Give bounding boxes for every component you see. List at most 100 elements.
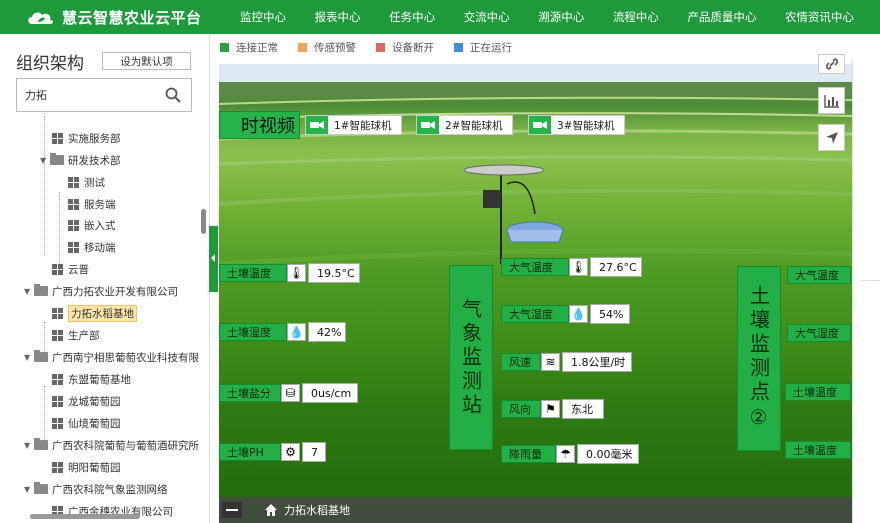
nav-trace[interactable]: 溯源中心 xyxy=(538,9,584,25)
main-nav: 监控中心 报表中心 任务中心 交流中心 溯源中心 流程中心 产品质量中心 农情资… xyxy=(240,9,880,25)
nav-info[interactable]: 农情资讯中心 xyxy=(785,9,854,25)
scene-bottom-bar: 力拓水稻基地 xyxy=(219,497,852,523)
camera-2-button[interactable]: 2#智能球机 xyxy=(416,115,513,135)
node-icon xyxy=(52,417,63,429)
caret-down-icon[interactable]: ▼ xyxy=(24,485,34,494)
search-icon[interactable] xyxy=(165,87,181,103)
nav-process[interactable]: 流程中心 xyxy=(613,9,659,25)
breadcrumb: 力拓水稻基地 xyxy=(284,504,350,517)
legend-disconnected: 设备断开 xyxy=(376,40,434,55)
locate-tool-button[interactable] xyxy=(818,124,845,151)
nav-task[interactable]: 任务中心 xyxy=(389,9,435,25)
cloud-leaf-icon xyxy=(28,12,53,24)
logo: 慧云智慧农业云平台 xyxy=(0,7,240,28)
thermometer-icon: 🌡 xyxy=(569,258,588,276)
search-input[interactable] xyxy=(17,79,157,111)
bar-chart-icon xyxy=(823,94,839,108)
sensor-rainfall[interactable]: 降雨量 ☂ 0.00毫米 xyxy=(501,444,639,464)
sensor-soil-temp-3[interactable]: 土壤温度 xyxy=(785,440,851,460)
sensor-air-humidity-2[interactable]: 大气湿度 xyxy=(787,323,851,343)
node-icon xyxy=(68,241,79,253)
node-icon xyxy=(52,307,63,319)
caret-down-icon[interactable]: ▼ xyxy=(24,353,34,362)
sensor-wind-speed[interactable]: 风速 ≋ 1.8公里/时 xyxy=(501,352,632,372)
ph-icon: ⚙ xyxy=(281,443,300,461)
legend-sensor-warning: 传感预警 xyxy=(298,40,356,55)
rain-icon: ☂ xyxy=(556,445,575,463)
tree-item[interactable]: 龙城葡萄园 xyxy=(52,391,121,411)
tree-item[interactable]: 嵌入式 xyxy=(68,215,116,235)
tree-folder[interactable]: ▼ 广西农科院葡萄与葡萄酒研究所 xyxy=(24,435,199,455)
field-scene: 时视频 1#智能球机 2#智能球机 3#智能球机 土壤温度 🌡 19.5°C 土… xyxy=(219,64,852,523)
camera-icon xyxy=(306,116,328,134)
tree-item-selected[interactable]: 力拓水稻基地 xyxy=(52,303,137,323)
sensor-air-temp[interactable]: 大气温度 🌡 27.6°C xyxy=(501,257,642,277)
node-icon xyxy=(68,176,79,188)
folder-icon xyxy=(34,350,48,362)
humidity-soil-icon: 💧 xyxy=(287,323,306,341)
legend-running: 正在运行 xyxy=(454,40,512,55)
nav-exchange[interactable]: 交流中心 xyxy=(464,9,510,25)
sensor-air-temp-2[interactable]: 大气温度 xyxy=(787,265,851,285)
location-arrow-icon xyxy=(825,131,838,144)
wind-speed-icon: ≋ xyxy=(541,353,560,371)
tree-item[interactable]: 生产部 xyxy=(52,325,100,345)
camera-icon xyxy=(417,116,439,134)
org-sidebar: 组织架构 设为默认项 实施服务部 ▼研发技术部 测试 服务端 嵌入式 移动端 云… xyxy=(0,34,210,523)
caret-down-icon[interactable]: ▼ xyxy=(40,156,50,165)
camera-1-button[interactable]: 1#智能球机 xyxy=(305,115,402,135)
tree-folder[interactable]: ▼ 研发技术部 xyxy=(40,150,121,170)
sensor-soil-humidity[interactable]: 土壤湿度 💧 42% xyxy=(219,322,346,342)
sensor-soil-temp-2[interactable]: 土壤温度 xyxy=(785,382,851,402)
thermo-soil-icon: 🌡 xyxy=(287,264,306,282)
sidebar-collapse-toggle[interactable] xyxy=(209,226,218,292)
tree-item[interactable]: 明阳葡萄园 xyxy=(52,457,121,477)
tree-item[interactable]: 测试 xyxy=(68,172,105,192)
nav-report[interactable]: 报表中心 xyxy=(315,9,361,25)
tree-folder[interactable]: ▼ 广西力拓农业开发有限公司 xyxy=(24,281,178,301)
sensor-air-humidity[interactable]: 大气湿度 💧 54% xyxy=(501,304,630,324)
link-icon xyxy=(825,58,838,70)
camera-3-button[interactable]: 3#智能球机 xyxy=(528,115,625,135)
tree-item[interactable]: 东盟葡萄基地 xyxy=(52,369,131,389)
tree-folder[interactable]: ▼ 广西南宁相思葡萄农业科技有限 xyxy=(24,347,199,367)
node-icon xyxy=(68,219,79,231)
node-icon xyxy=(52,329,63,341)
org-title: 组织架构 xyxy=(16,54,84,74)
wind-direction-icon: ⚑ xyxy=(541,400,560,418)
water-drop-icon: 💧 xyxy=(569,305,588,323)
link-tool-button[interactable] xyxy=(818,54,845,74)
node-icon xyxy=(52,132,63,144)
set-default-button[interactable]: 设为默认项 xyxy=(102,52,191,70)
minimize-button[interactable] xyxy=(222,502,242,518)
legend-connected: 连接正常 xyxy=(220,40,278,55)
caret-down-icon[interactable]: ▼ xyxy=(24,287,34,296)
home-icon[interactable] xyxy=(264,503,278,517)
sidebar-scrollbar-vertical[interactable] xyxy=(201,209,206,234)
folder-icon xyxy=(34,482,48,494)
right-panel xyxy=(852,60,880,523)
node-icon xyxy=(68,198,79,210)
tree-item[interactable]: 云晋 xyxy=(52,259,89,279)
realtime-video-title: 时视频 xyxy=(219,111,300,139)
top-navbar: 慧云智慧农业云平台 监控中心 报表中心 任务中心 交流中心 溯源中心 流程中心 … xyxy=(0,0,880,34)
node-icon xyxy=(52,373,63,385)
tree-item[interactable]: 实施服务部 xyxy=(52,128,121,148)
sensor-wind-direction[interactable]: 风向 ⚑ 东北 xyxy=(501,399,604,419)
sensor-soil-ph[interactable]: 土壤PH ⚙ 7 xyxy=(219,442,326,462)
caret-down-icon[interactable]: ▼ xyxy=(24,441,34,450)
sensor-soil-temp[interactable]: 土壤温度 🌡 19.5°C xyxy=(219,263,360,283)
weather-station-label[interactable]: 气象监测站 xyxy=(449,265,493,450)
tree-item[interactable]: 服务端 xyxy=(68,194,116,214)
folder-icon xyxy=(34,284,48,296)
soil-station-label[interactable]: 土壤监测点② xyxy=(737,266,781,451)
sidebar-scrollbar-horizontal[interactable] xyxy=(30,514,140,519)
chart-tool-button[interactable] xyxy=(818,87,845,114)
camera-icon xyxy=(529,116,551,134)
tree-item[interactable]: 仙境葡萄园 xyxy=(52,413,121,433)
tree-folder[interactable]: ▼ 广西农科院气象监测网络 xyxy=(24,479,168,499)
nav-quality[interactable]: 产品质量中心 xyxy=(687,9,756,25)
sensor-soil-salinity[interactable]: 土壤盐分 ⛁ 0us/cm xyxy=(219,383,358,403)
tree-item[interactable]: 移动端 xyxy=(68,237,116,257)
nav-monitor[interactable]: 监控中心 xyxy=(240,9,286,25)
